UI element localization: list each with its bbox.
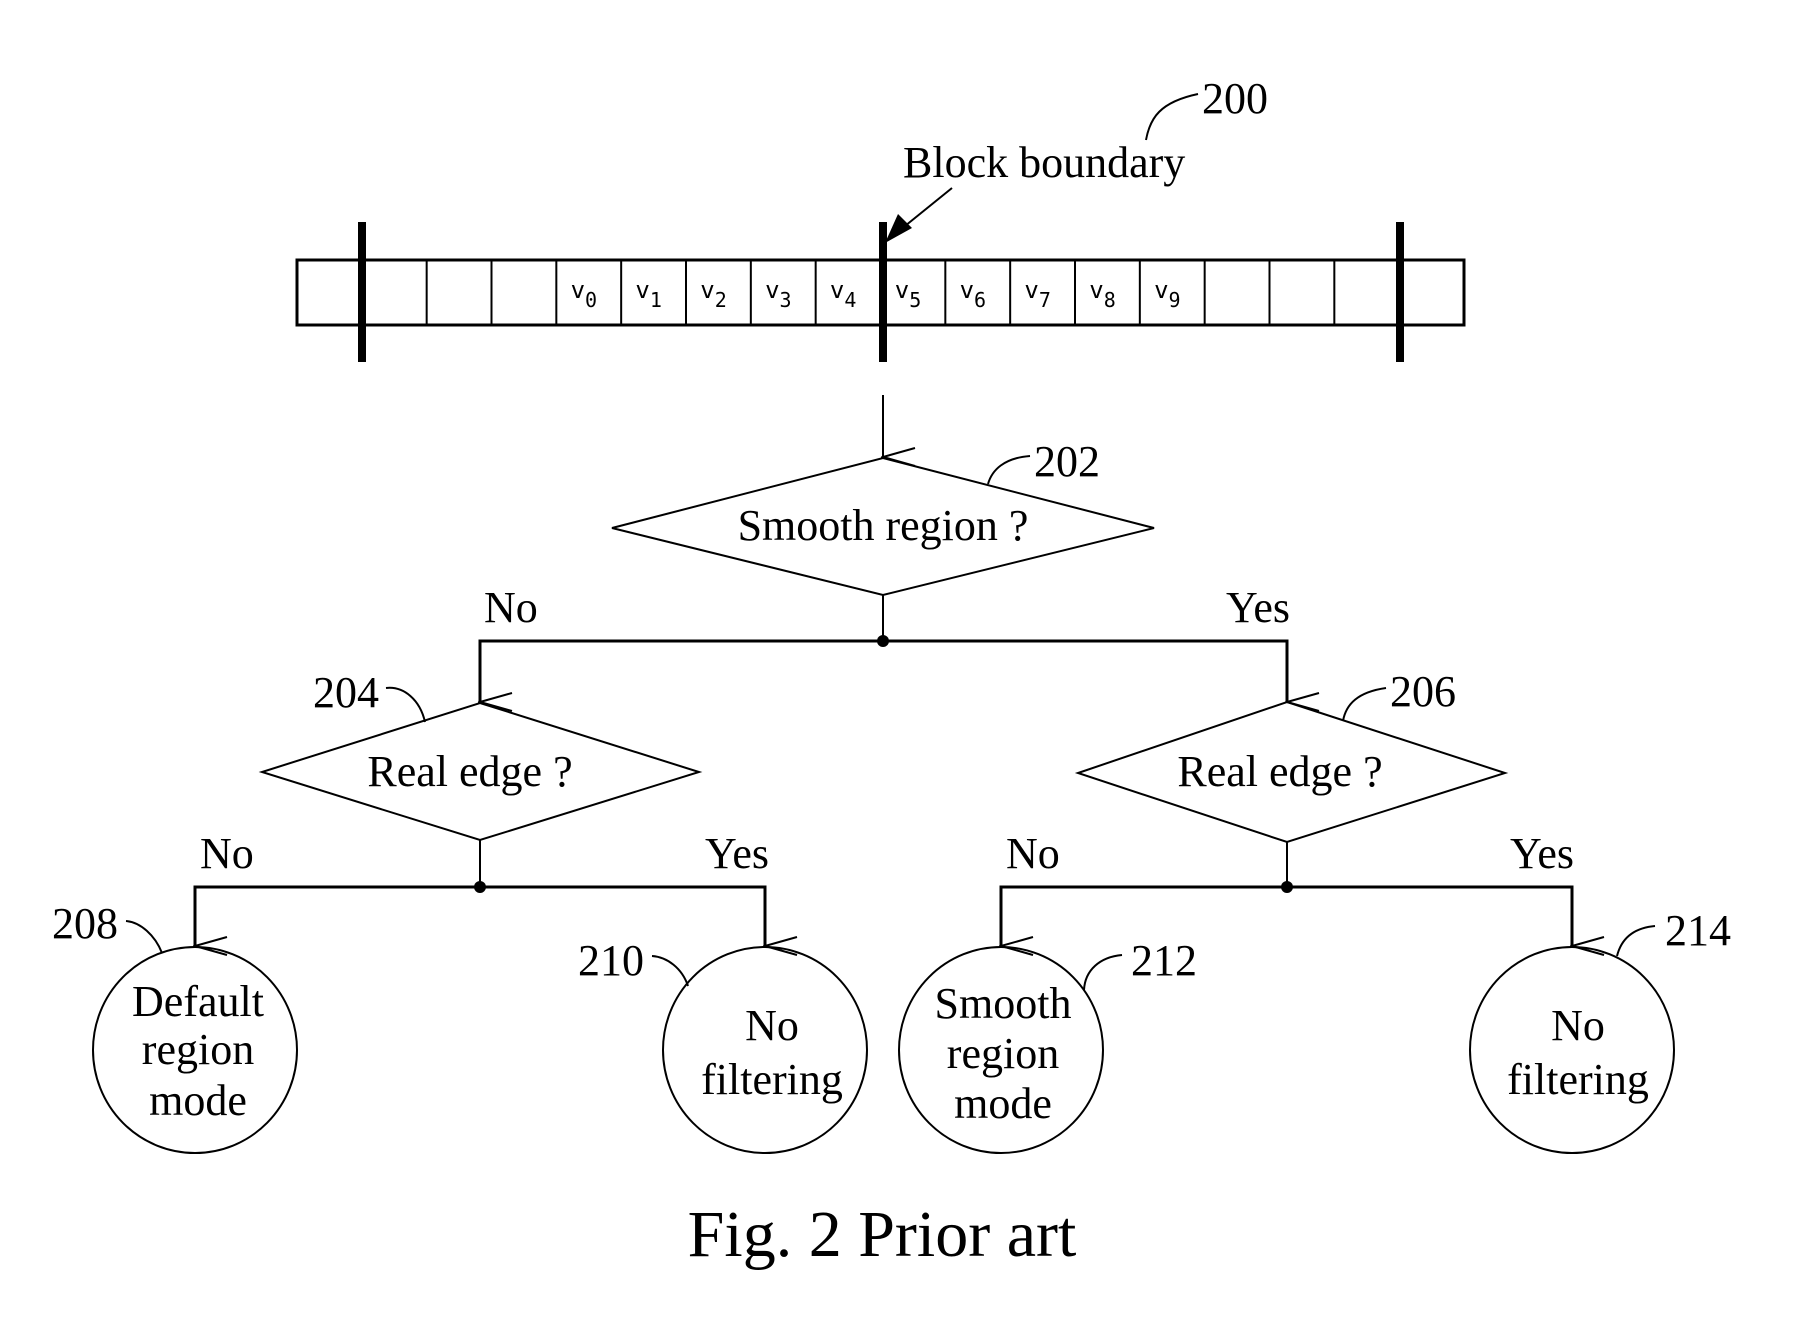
terminal-208-line-3: mode [149,1076,247,1125]
terminal-212-line-1: Smooth [935,979,1072,1028]
terminal-214-no-filtering: No filtering 214 [1469,906,1731,1154]
terminal-208-line-1: Default [132,977,264,1026]
terminal-214-line-2: filtering [1507,1055,1649,1104]
left-branch-yes-label: Yes [705,829,769,878]
pixel-cell-label-v0: v0 [571,276,598,312]
block-boundary-label: Block boundary [903,138,1185,187]
ref-206-leader [1342,687,1387,722]
right-branch-yes-label: Yes [1510,829,1574,878]
pixel-cell-label-v7: v7 [1024,276,1051,312]
ref-212-leader [1083,954,1123,991]
pixel-cell-subscript: 2 [715,288,727,312]
pixel-cell-subscript: 1 [650,288,662,312]
right-branch-no-label: No [1006,829,1060,878]
ref-212: 212 [1131,936,1197,985]
ref-208-leader [125,920,163,954]
left-junction-dot [474,881,486,893]
pixel-cell-subscript: 0 [585,288,597,312]
ref-202: 202 [1034,437,1100,486]
ref-208: 208 [52,899,118,948]
ref-204-leader [385,686,426,723]
cell-labels: v0 v1 v2 v3 v4 v5 v6 v7 v8 v9 [571,276,1181,312]
pixel-cell-subscript: 5 [909,288,921,312]
right-bus [999,885,1574,946]
ref-210-leader [651,955,689,987]
terminal-214-circle [1469,946,1675,1154]
left-bus [193,885,767,946]
pixel-cell-label-v1: v1 [635,276,662,312]
pixel-cell-label-v2: v2 [700,276,727,312]
prior-art-figure: v0 v1 v2 v3 v4 v5 v6 v7 v8 v9 Block boundary 200 … [52,74,1731,1271]
right-junction-dot [1281,881,1293,893]
main-bus [478,639,1289,702]
decision-202-text: Smooth region ? [738,501,1029,550]
terminal-210-line-1: No [745,1001,799,1050]
terminal-212-line-3: mode [954,1079,1052,1128]
terminal-212-line-2: region [947,1029,1059,1078]
terminal-210-line-2: filtering [701,1055,843,1104]
main-junction-dot [877,635,889,647]
decision-206-text: Real edge ? [1177,747,1382,796]
pixel-cell-subscript: 6 [974,288,986,312]
pixel-cell-subscript: 3 [780,288,792,312]
figure-caption: Fig. 2 Prior art [688,1198,1077,1271]
ref-202-leader [987,455,1031,485]
left-branch-no-label: No [200,829,254,878]
terminal-210-no-filtering: No filtering 210 [578,936,868,1154]
terminal-210-circle [662,946,868,1154]
pixel-cell-subscript: 8 [1104,288,1116,312]
pixel-cell-label-v4: v4 [830,276,857,312]
terminal-208-line-2: region [142,1025,254,1074]
terminal-214-line-1: No [1551,1001,1605,1050]
main-branch-no-label: No [484,583,538,632]
ref-214-leader [1616,925,1656,957]
pixel-cell-label-v6: v6 [960,276,987,312]
ref-204: 204 [313,668,379,717]
pixel-cell-label-v3: v3 [765,276,792,312]
ref-200: 200 [1202,74,1268,123]
pixel-cell-label-v5: v5 [895,276,922,312]
terminal-212-smooth-region-mode: Smooth region mode 212 [898,936,1197,1154]
ref-214: 214 [1665,906,1731,955]
ref-200-leader [1145,93,1199,141]
pixel-cell-subscript: 7 [1039,288,1051,312]
pixel-cell-subscript: 4 [844,288,856,312]
main-branch-yes-label: Yes [1226,583,1290,632]
pixel-cell-subscript: 9 [1169,288,1181,312]
block-boundary-arrow-head [885,214,912,243]
pixel-row: v0 v1 v2 v3 v4 v5 v6 v7 v8 v9 [295,222,1466,362]
terminal-208-default-region-mode: Default region mode 208 [52,899,298,1154]
ref-206: 206 [1390,667,1456,716]
block-boundary-arrow-shaft [904,187,953,227]
decision-204-text: Real edge ? [367,747,572,796]
pixel-cell-label-v8: v8 [1089,276,1116,312]
pixel-cell-label-v9: v9 [1154,276,1181,312]
ref-210: 210 [578,936,644,985]
